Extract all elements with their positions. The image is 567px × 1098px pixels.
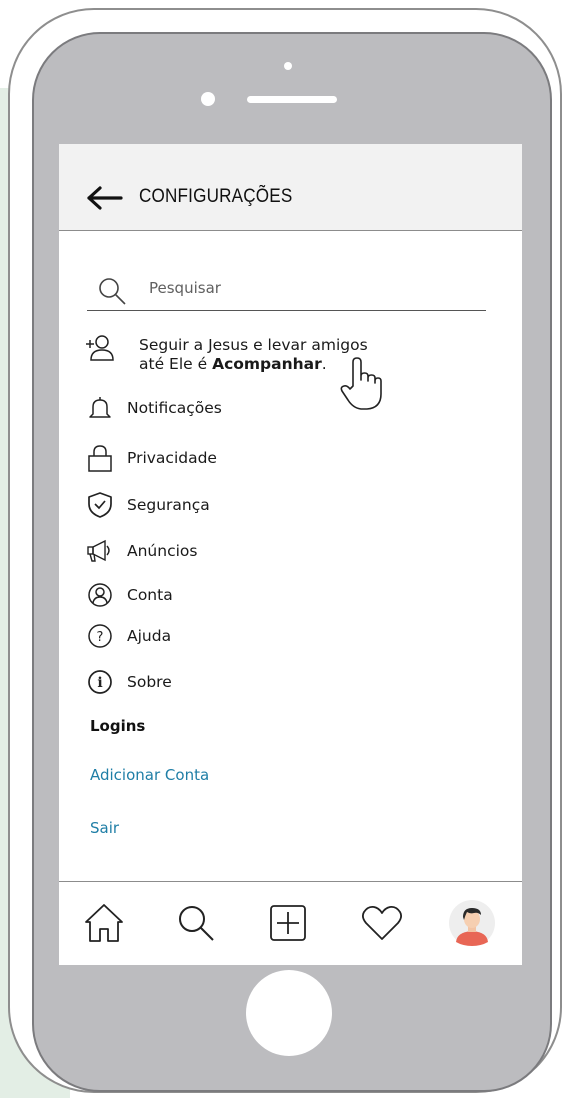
svg-text:?: ? — [97, 630, 104, 645]
logins-heading: Logins — [90, 717, 146, 735]
menu-item-ajuda[interactable]: ? Ajuda — [85, 621, 171, 651]
home-icon[interactable] — [81, 900, 127, 946]
page-title: CONFIGURAÇÕES — [139, 186, 293, 207]
menu-item-label: Privacidade — [127, 449, 217, 467]
add-user-icon — [85, 334, 115, 364]
hand-pointer-icon — [340, 357, 382, 410]
bell-icon — [85, 393, 115, 423]
follow-line-2: até Ele é Acompanhar. — [139, 355, 327, 373]
add-post-icon[interactable] — [265, 900, 311, 946]
menu-item-seguranca[interactable]: Segurança — [85, 490, 210, 520]
menu-item-anuncios[interactable]: Anúncios — [85, 536, 197, 566]
search-bar[interactable] — [87, 274, 486, 311]
lock-icon — [85, 443, 115, 473]
menu-item-privacidade[interactable]: Privacidade — [85, 443, 217, 473]
menu-item-label: Notificações — [127, 399, 222, 417]
megaphone-icon — [85, 536, 115, 566]
app-header: CONFIGURAÇÕES — [59, 144, 522, 231]
shield-icon — [85, 490, 115, 520]
profile-avatar[interactable] — [449, 900, 495, 946]
account-icon — [85, 580, 115, 610]
svg-text:i: i — [97, 675, 102, 691]
follow-text[interactable]: Seguir a Jesus e levar amigos até Ele é … — [139, 336, 368, 374]
arrow-left-icon[interactable] — [87, 186, 123, 210]
camera — [284, 62, 292, 70]
menu-item-label: Sobre — [127, 673, 172, 691]
info-icon: i — [85, 667, 115, 697]
search-icon — [99, 278, 126, 305]
menu-item-label: Anúncios — [127, 542, 198, 560]
follow-highlight: Acompanhar — [212, 355, 322, 373]
add-account-link[interactable]: Adicionar Conta — [90, 766, 209, 784]
home-button[interactable] — [246, 970, 332, 1056]
help-icon: ? — [85, 621, 115, 651]
menu-item-notificacoes[interactable]: Notificações — [85, 393, 222, 423]
search-icon[interactable] — [173, 900, 219, 946]
bottom-nav — [59, 881, 522, 965]
search-input[interactable] — [149, 279, 469, 297]
follow-item[interactable] — [85, 334, 115, 364]
menu-item-sobre[interactable]: i Sobre — [85, 667, 172, 697]
speaker — [247, 96, 337, 103]
menu-item-label: Segurança — [127, 496, 210, 514]
menu-item-conta[interactable]: Conta — [85, 580, 173, 610]
heart-icon[interactable] — [359, 900, 405, 946]
logout-link[interactable]: Sair — [90, 819, 119, 837]
menu-item-label: Conta — [127, 586, 173, 604]
phone-screen: CONFIGURAÇÕES Seguir a Jesus e levar ami… — [59, 144, 522, 965]
follow-line-1: Seguir a Jesus e levar amigos — [139, 336, 368, 354]
menu-item-label: Ajuda — [127, 627, 172, 645]
front-sensor — [201, 92, 215, 106]
